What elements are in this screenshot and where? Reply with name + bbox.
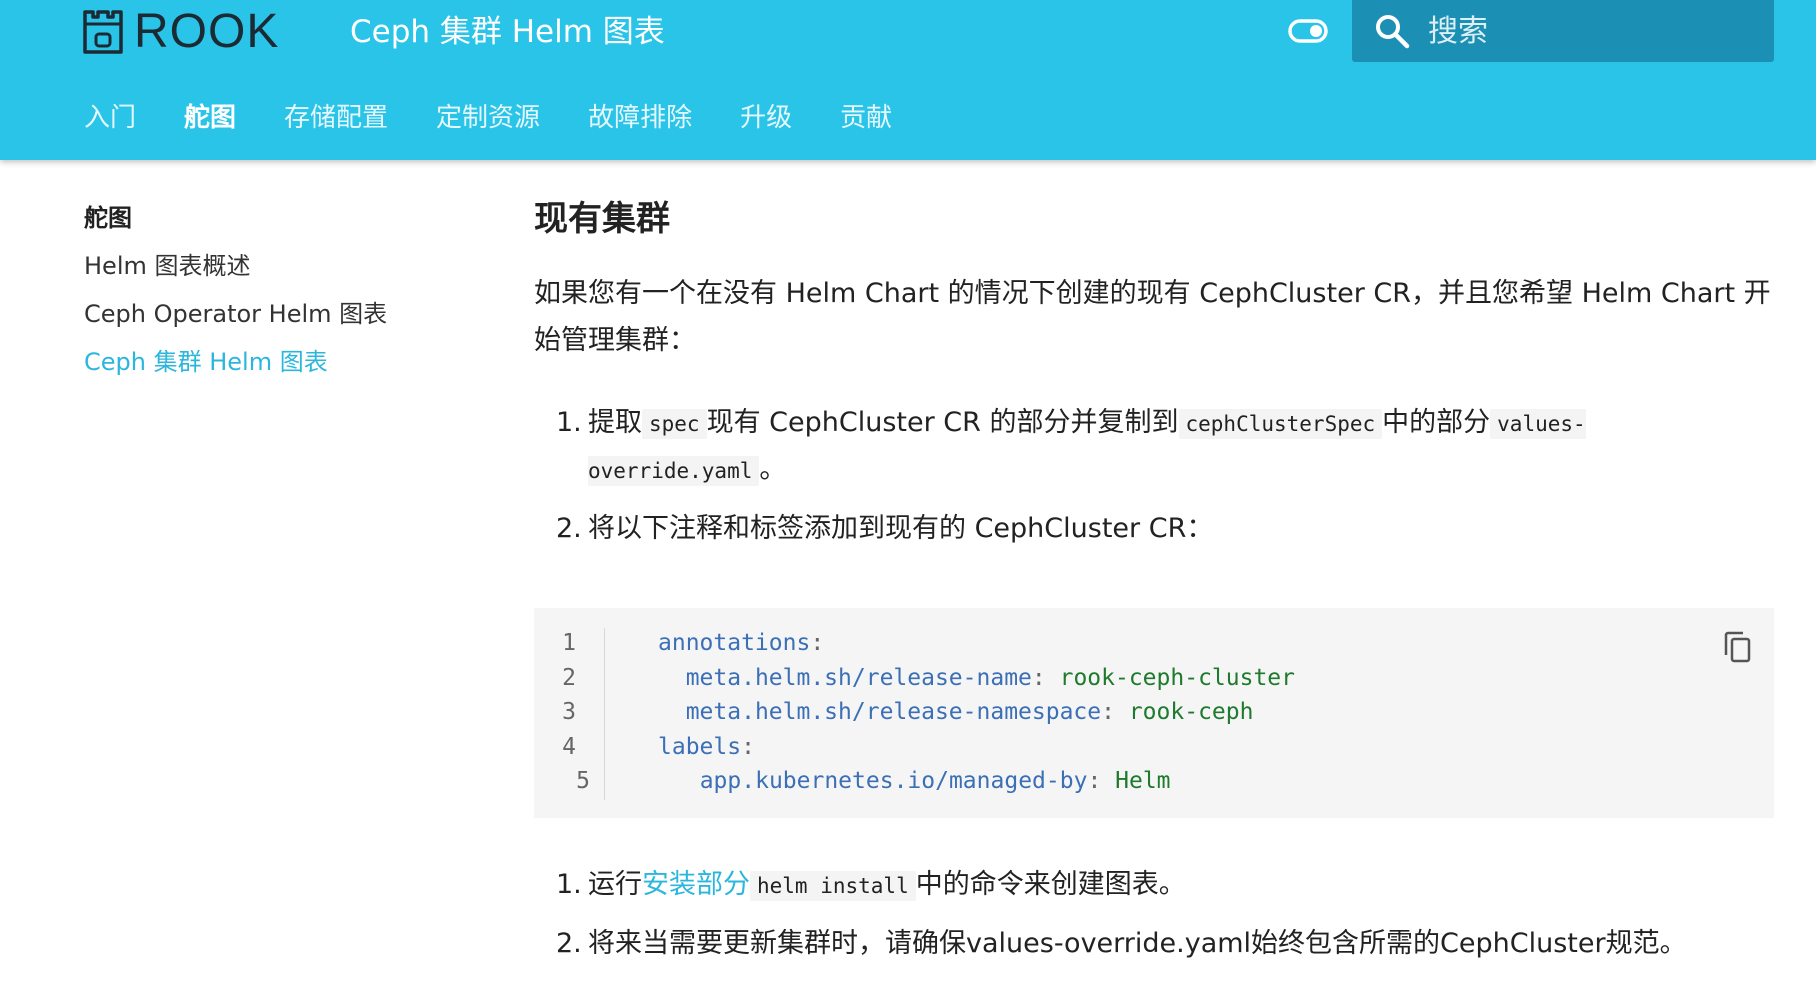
list-item-body: 将来当需要更新集群时，请确保values-override.yaml始终包含所需… xyxy=(588,928,1687,959)
code-line: 4 labels: xyxy=(534,730,1774,765)
list-item-body: 运行安装部分 helm install 中的命令来创建图表。 xyxy=(588,862,1774,909)
list-item: 1. 运行安装部分 helm install 中的命令来创建图表。 xyxy=(556,862,1774,909)
inline-code-clusterspec: cephClusterSpec xyxy=(1178,409,1383,439)
section-heading: 现有集群 xyxy=(534,199,670,239)
nav-item-troubleshooting[interactable]: 故障排除 xyxy=(588,100,692,136)
rook-castle-icon xyxy=(83,10,123,54)
text: 。 xyxy=(759,454,787,485)
sidebar-item-operator-chart[interactable]: Ceph Operator Helm 图表 xyxy=(84,296,464,332)
code-key: app.kubernetes.io/managed-by xyxy=(699,768,1088,795)
code-text: meta.helm.sh/release-name: rook-ceph-clu… xyxy=(685,664,1295,691)
list-item-body: 将以下注释和标签添加到现有的 CephCluster CR： xyxy=(588,513,1214,544)
list-number: 1. xyxy=(556,407,582,438)
header: ROOK Ceph 集群 Helm 图表 入门 舵图 存储配置 定制资源 故障排… xyxy=(0,0,1816,160)
code-key: meta.helm.sh/release-name xyxy=(685,664,1032,691)
steps-list-b: 1. 运行安装部分 helm install 中的命令来创建图表。 2. 将来当需要… xyxy=(556,862,1774,967)
nav-item-custom-resources[interactable]: 定制资源 xyxy=(436,100,540,136)
text: 中的部分 xyxy=(1382,407,1491,438)
code-gutter xyxy=(604,628,605,800)
code-key: meta.helm.sh/release-namespace xyxy=(685,699,1102,726)
search-box[interactable] xyxy=(1352,0,1774,62)
code-text: app.kubernetes.io/managed-by: Helm xyxy=(699,768,1171,795)
inline-code-helm-install: helm install xyxy=(750,871,916,901)
code-block: 1 annotations: 2 meta.helm.sh/release-na… xyxy=(534,608,1774,818)
line-number: 3 xyxy=(562,699,576,726)
sidebar-item-cluster-chart[interactable]: Ceph 集群 Helm 图表 xyxy=(84,344,464,380)
install-section-link[interactable]: 安装部分 xyxy=(642,869,750,900)
list-number: 1. xyxy=(556,869,582,900)
code-key: annotations xyxy=(658,630,811,657)
code-value: rook-ceph-cluster xyxy=(1059,664,1295,691)
sidebar: 舵图 Helm 图表概述 Ceph Operator Helm 图表 Ceph … xyxy=(84,200,464,392)
text: 提取 xyxy=(588,407,642,438)
list-item-body: 提取 spec 现有 CephCluster CR 的部分并复制到 cephClust… xyxy=(588,400,1774,494)
intro-paragraph: 如果您有一个在没有 Helm Chart 的情况下创建的现有 CephClust… xyxy=(534,278,1771,356)
text: 中的命令来创建图表。 xyxy=(915,869,1186,900)
code-text: annotations: xyxy=(658,630,825,657)
code-value: Helm xyxy=(1115,768,1171,795)
search-input[interactable] xyxy=(1428,13,1748,49)
code-line: 2 meta.helm.sh/release-name: rook-ceph-c… xyxy=(534,661,1774,696)
text: 运行 xyxy=(588,869,642,900)
code-key: labels xyxy=(658,733,742,760)
toggle-icon[interactable] xyxy=(1288,18,1328,44)
nav-item-getting-started[interactable]: 入门 xyxy=(84,100,136,136)
search-icon xyxy=(1376,15,1410,49)
top-nav: 入门 舵图 存储配置 定制资源 故障排除 升级 贡献 xyxy=(84,100,940,136)
code-line: 3 meta.helm.sh/release-namespace: rook-c… xyxy=(534,695,1774,730)
code-text: labels: xyxy=(658,733,755,760)
list-item: 2. 将以下注释和标签添加到现有的 CephCluster CR： xyxy=(556,506,1774,552)
sidebar-title: 舵图 xyxy=(84,204,132,232)
list-number: 2. xyxy=(556,513,582,544)
logo-text: ROOK xyxy=(134,5,280,58)
nav-item-helm-charts[interactable]: 舵图 xyxy=(184,100,236,136)
nav-item-upgrade[interactable]: 升级 xyxy=(740,100,792,136)
nav-item-storage-config[interactable]: 存储配置 xyxy=(284,100,388,136)
list-item: 1. 提取 spec 现有 CephCluster CR 的部分并复制到 cephCl… xyxy=(556,400,1774,494)
line-number: 1 xyxy=(562,630,576,657)
line-number: 4 xyxy=(562,733,576,760)
text: 现有 CephCluster CR 的部分并复制到 xyxy=(706,407,1179,438)
sidebar-item-helm-overview[interactable]: Helm 图表概述 xyxy=(84,248,464,284)
code-line: 1 annotations: xyxy=(534,626,1774,661)
code-line: 5 app.kubernetes.io/managed-by: Helm xyxy=(534,764,1774,799)
site-logo[interactable]: ROOK xyxy=(82,8,279,56)
code-text: meta.helm.sh/release-namespace: rook-cep… xyxy=(685,699,1254,726)
main-content: 现有集群 如果您有一个在没有 Helm Chart 的情况下创建的现有 Ceph… xyxy=(534,196,1774,979)
inline-code-spec: spec xyxy=(642,409,707,439)
site-title: Ceph 集群 Helm 图表 xyxy=(350,14,665,50)
line-number: 2 xyxy=(562,664,576,691)
steps-list-a: 1. 提取 spec 现有 CephCluster CR 的部分并复制到 cephCl… xyxy=(556,400,1774,552)
nav-item-contributing[interactable]: 贡献 xyxy=(840,100,892,136)
code-value: rook-ceph xyxy=(1128,699,1254,726)
line-number: 5 xyxy=(576,768,590,795)
list-item: 2. 将来当需要更新集群时，请确保values-override.yaml始终包… xyxy=(556,921,1774,967)
copy-icon[interactable] xyxy=(1722,630,1752,664)
list-number: 2. xyxy=(556,928,582,959)
